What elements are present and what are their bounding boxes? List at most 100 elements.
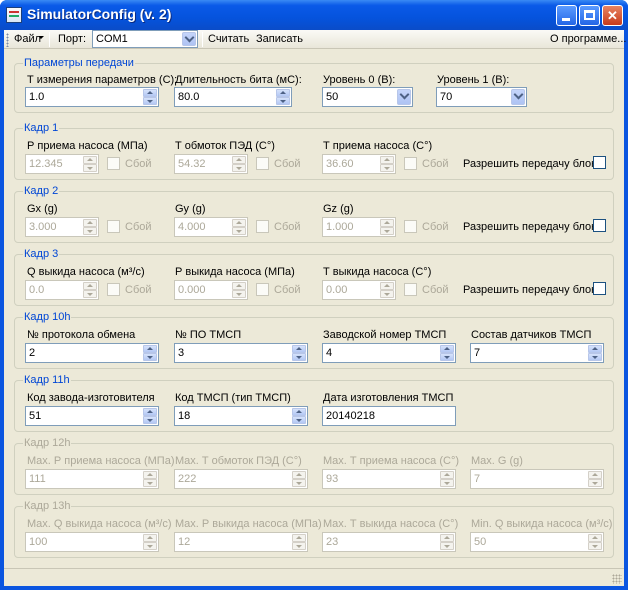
frame13h-field4-stepper[interactable]: 50: [470, 532, 604, 552]
frame10h-field2-stepper[interactable]: 3: [174, 343, 308, 363]
spin-up-icon[interactable]: [440, 345, 454, 353]
spin-down-icon[interactable]: [83, 290, 97, 298]
spin-up-icon[interactable]: [143, 471, 157, 479]
spin-buttons[interactable]: [440, 534, 454, 550]
port-select[interactable]: COM1: [92, 30, 198, 48]
spin-down-icon[interactable]: [440, 542, 454, 550]
spin-down-icon[interactable]: [276, 97, 290, 105]
spin-down-icon[interactable]: [440, 479, 454, 487]
frame3-field3-stepper[interactable]: 0.00: [322, 280, 396, 300]
file-menu[interactable]: Файл: [14, 32, 41, 47]
frame10h-field4-stepper[interactable]: 7: [470, 343, 604, 363]
read-button[interactable]: Считать: [208, 32, 249, 47]
spin-up-icon[interactable]: [83, 219, 97, 227]
frame13h-field2-stepper[interactable]: 12: [174, 532, 308, 552]
chevron-down-icon[interactable]: [397, 89, 411, 105]
spin-buttons[interactable]: [588, 534, 602, 550]
frame2-field1-fault-checkbox[interactable]: [107, 220, 120, 233]
title-bar[interactable]: SimulatorConfig (v. 2) ✕: [0, 0, 628, 30]
frame2-allow-checkbox[interactable]: [593, 219, 606, 232]
manufacture-date-input[interactable]: 20140218: [322, 406, 456, 426]
spin-buttons[interactable]: [232, 282, 246, 298]
frame1-field2-fault-checkbox[interactable]: [256, 157, 269, 170]
spin-up-icon[interactable]: [588, 534, 602, 542]
spin-up-icon[interactable]: [588, 345, 602, 353]
spin-down-icon[interactable]: [232, 290, 246, 298]
spin-up-icon[interactable]: [292, 345, 306, 353]
frame2-field3-stepper[interactable]: 1.000: [322, 217, 396, 237]
spin-down-icon[interactable]: [143, 353, 157, 361]
frame12h-field1-stepper[interactable]: 111: [25, 469, 159, 489]
spin-buttons[interactable]: [380, 282, 394, 298]
spin-buttons[interactable]: [588, 471, 602, 487]
frame2-field2-fault-checkbox[interactable]: [256, 220, 269, 233]
spin-buttons[interactable]: [292, 345, 306, 361]
spin-down-icon[interactable]: [588, 353, 602, 361]
frame1-field2-stepper[interactable]: 54.32: [174, 154, 248, 174]
spin-buttons[interactable]: [292, 534, 306, 550]
frame1-field1-stepper[interactable]: 12.345: [25, 154, 99, 174]
spin-down-icon[interactable]: [83, 227, 97, 235]
spin-down-icon[interactable]: [440, 353, 454, 361]
spin-buttons[interactable]: [276, 89, 290, 105]
spin-down-icon[interactable]: [292, 542, 306, 550]
frame12h-field4-stepper[interactable]: 7: [470, 469, 604, 489]
spin-buttons[interactable]: [380, 156, 394, 172]
spin-buttons[interactable]: [380, 219, 394, 235]
frame10h-field1-stepper[interactable]: 2: [25, 343, 159, 363]
spin-up-icon[interactable]: [143, 534, 157, 542]
frame1-allow-checkbox[interactable]: [593, 156, 606, 169]
level1-select[interactable]: 70: [436, 87, 527, 107]
spin-buttons[interactable]: [83, 156, 97, 172]
spin-up-icon[interactable]: [380, 156, 394, 164]
spin-buttons[interactable]: [143, 345, 157, 361]
spin-down-icon[interactable]: [380, 164, 394, 172]
frame3-allow-checkbox[interactable]: [593, 282, 606, 295]
spin-down-icon[interactable]: [292, 353, 306, 361]
spin-up-icon[interactable]: [440, 534, 454, 542]
spin-buttons[interactable]: [440, 345, 454, 361]
spin-down-icon[interactable]: [83, 164, 97, 172]
spin-down-icon[interactable]: [292, 416, 306, 424]
spin-down-icon[interactable]: [143, 479, 157, 487]
frame2-field1-stepper[interactable]: 3.000: [25, 217, 99, 237]
spin-buttons[interactable]: [232, 156, 246, 172]
spin-up-icon[interactable]: [292, 408, 306, 416]
spin-down-icon[interactable]: [292, 479, 306, 487]
spin-up-icon[interactable]: [232, 282, 246, 290]
frame13h-field3-stepper[interactable]: 23: [322, 532, 456, 552]
chevron-down-icon[interactable]: [511, 89, 525, 105]
frame12h-field3-stepper[interactable]: 93: [322, 469, 456, 489]
file-dropdown-icon[interactable]: [38, 36, 44, 39]
resize-grip-icon[interactable]: [612, 574, 622, 584]
spin-up-icon[interactable]: [83, 282, 97, 290]
frame3-field2-stepper[interactable]: 0.000: [174, 280, 248, 300]
frame3-field3-fault-checkbox[interactable]: [404, 283, 417, 296]
spin-down-icon[interactable]: [380, 227, 394, 235]
app-icon[interactable]: [6, 7, 22, 23]
frame1-field3-fault-checkbox[interactable]: [404, 157, 417, 170]
spin-down-icon[interactable]: [588, 479, 602, 487]
frame12h-field2-stepper[interactable]: 222: [174, 469, 308, 489]
frame1-field1-fault-checkbox[interactable]: [107, 157, 120, 170]
spin-up-icon[interactable]: [292, 471, 306, 479]
spin-up-icon[interactable]: [143, 89, 157, 97]
spin-buttons[interactable]: [588, 345, 602, 361]
spin-down-icon[interactable]: [143, 416, 157, 424]
frame2-field3-fault-checkbox[interactable]: [404, 220, 417, 233]
spin-buttons[interactable]: [232, 219, 246, 235]
frame1-field3-stepper[interactable]: 36.60: [322, 154, 396, 174]
spin-up-icon[interactable]: [276, 89, 290, 97]
frame2-field2-stepper[interactable]: 4.000: [174, 217, 248, 237]
spin-up-icon[interactable]: [440, 471, 454, 479]
frame3-field2-fault-checkbox[interactable]: [256, 283, 269, 296]
spin-buttons[interactable]: [143, 471, 157, 487]
spin-up-icon[interactable]: [83, 156, 97, 164]
frame13h-field1-stepper[interactable]: 100: [25, 532, 159, 552]
spin-up-icon[interactable]: [232, 156, 246, 164]
bit-duration-stepper[interactable]: 80.0: [174, 87, 292, 107]
spin-down-icon[interactable]: [143, 97, 157, 105]
frame11h-field2-stepper[interactable]: 18: [174, 406, 308, 426]
spin-buttons[interactable]: [83, 282, 97, 298]
write-button[interactable]: Записать: [256, 32, 303, 47]
